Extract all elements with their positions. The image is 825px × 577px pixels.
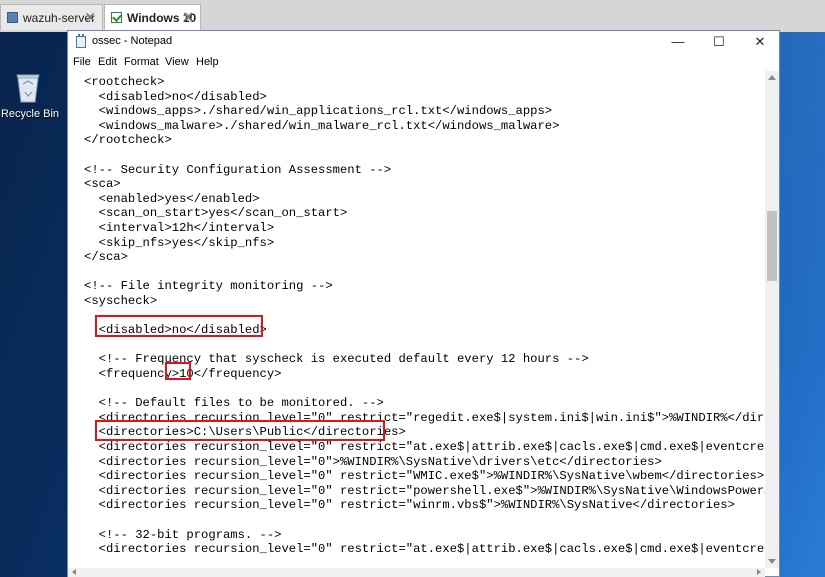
scroll-up-icon[interactable] bbox=[768, 75, 776, 80]
editor-line: <directories recursion_level="0">%WINDIR… bbox=[84, 454, 662, 469]
editor-line: <directories recursion_level="0" restric… bbox=[84, 440, 765, 454]
scroll-thumb[interactable] bbox=[767, 211, 777, 281]
editor-line: <interval>12h</interval> bbox=[84, 221, 275, 235]
editor-line: <skip_nfs>yes</skip_nfs> bbox=[84, 235, 275, 250]
vm-tab-strip: wazuh-server ✕ Windows 10 ✕ bbox=[0, 0, 825, 32]
horizontal-scrollbar[interactable] bbox=[68, 568, 765, 577]
vertical-scrollbar[interactable] bbox=[765, 71, 779, 568]
editor-line: <directories recursion_level="0" restric… bbox=[84, 542, 765, 557]
editor-line: <directories recursion_level="0" restric… bbox=[84, 483, 765, 498]
recycle-bin-icon bbox=[16, 74, 40, 103]
editor-line: <disabled>no</disabled> bbox=[84, 89, 267, 104]
close-button[interactable]: ✕ bbox=[740, 31, 780, 53]
scroll-right-icon[interactable] bbox=[757, 569, 761, 575]
editor-line: <directories recursion_level="0" restric… bbox=[84, 469, 765, 484]
editor-line: <enabled>yes</enabled> bbox=[84, 191, 260, 206]
text-editor-area[interactable]: <directories recursion_level="0" restric… bbox=[68, 71, 765, 568]
notepad-window: ossec - Notepad — ☐ ✕ File Edit Format V… bbox=[67, 30, 780, 577]
editor-line: <scan_on_start>yes</scan_on_start> bbox=[84, 206, 348, 221]
recycle-bin-label: Recycle Bin bbox=[0, 108, 60, 120]
menu-file[interactable]: File bbox=[73, 56, 91, 68]
vm-tab-windows-10[interactable]: Windows 10 ✕ bbox=[104, 4, 201, 30]
vm-icon bbox=[7, 12, 18, 23]
menu-view[interactable]: View bbox=[165, 56, 189, 68]
editor-line: <!-- File integrity monitoring --> bbox=[84, 279, 333, 294]
editor-line: <!-- Security Configuration Assessment -… bbox=[84, 162, 392, 177]
vm-running-icon bbox=[111, 12, 122, 23]
recycle-bin[interactable]: Recycle Bin bbox=[0, 66, 60, 126]
editor-line: </sca> bbox=[84, 250, 128, 265]
menu-help[interactable]: Help bbox=[196, 56, 219, 68]
editor-line: <!-- 32-bit programs. --> bbox=[84, 527, 282, 542]
editor-line: <!-- Frequency that syscheck is executed… bbox=[84, 352, 589, 367]
maximize-button[interactable]: ☐ bbox=[699, 31, 739, 53]
vm-tab-wazuh-server[interactable]: wazuh-server ✕ bbox=[0, 4, 103, 30]
editor-line: <syscheck> bbox=[84, 294, 158, 308]
editor-line: <sca> bbox=[84, 177, 121, 192]
highlight-directories-box bbox=[95, 420, 385, 441]
title-bar[interactable]: ossec - Notepad — ☐ ✕ bbox=[68, 31, 779, 53]
menu-edit[interactable]: Edit bbox=[98, 56, 117, 68]
notepad-icon bbox=[76, 34, 86, 48]
close-icon[interactable]: ✕ bbox=[84, 9, 96, 26]
editor-line: <windows_malware>./shared/win_malware_rc… bbox=[84, 118, 560, 133]
menu-bar: File Edit Format View Help bbox=[68, 53, 779, 71]
close-icon[interactable]: ✕ bbox=[182, 9, 194, 26]
highlight-disabled-box bbox=[95, 315, 263, 337]
editor-line: <directories recursion_level="0" restric… bbox=[84, 498, 735, 513]
editor-line: <!-- Default files to be monitored. --> bbox=[84, 396, 384, 411]
editor-line: <windows_apps>./shared/win_applications_… bbox=[84, 104, 553, 119]
scroll-left-icon[interactable] bbox=[72, 569, 76, 575]
highlight-frequency-box bbox=[165, 362, 191, 380]
editor-line: <rootcheck> bbox=[84, 75, 165, 89]
window-title: ossec - Notepad bbox=[92, 35, 173, 47]
minimize-button[interactable]: — bbox=[658, 31, 698, 53]
menu-format[interactable]: Format bbox=[124, 56, 159, 68]
scroll-down-icon[interactable] bbox=[768, 559, 776, 564]
editor-line: </rootcheck> bbox=[84, 133, 172, 148]
